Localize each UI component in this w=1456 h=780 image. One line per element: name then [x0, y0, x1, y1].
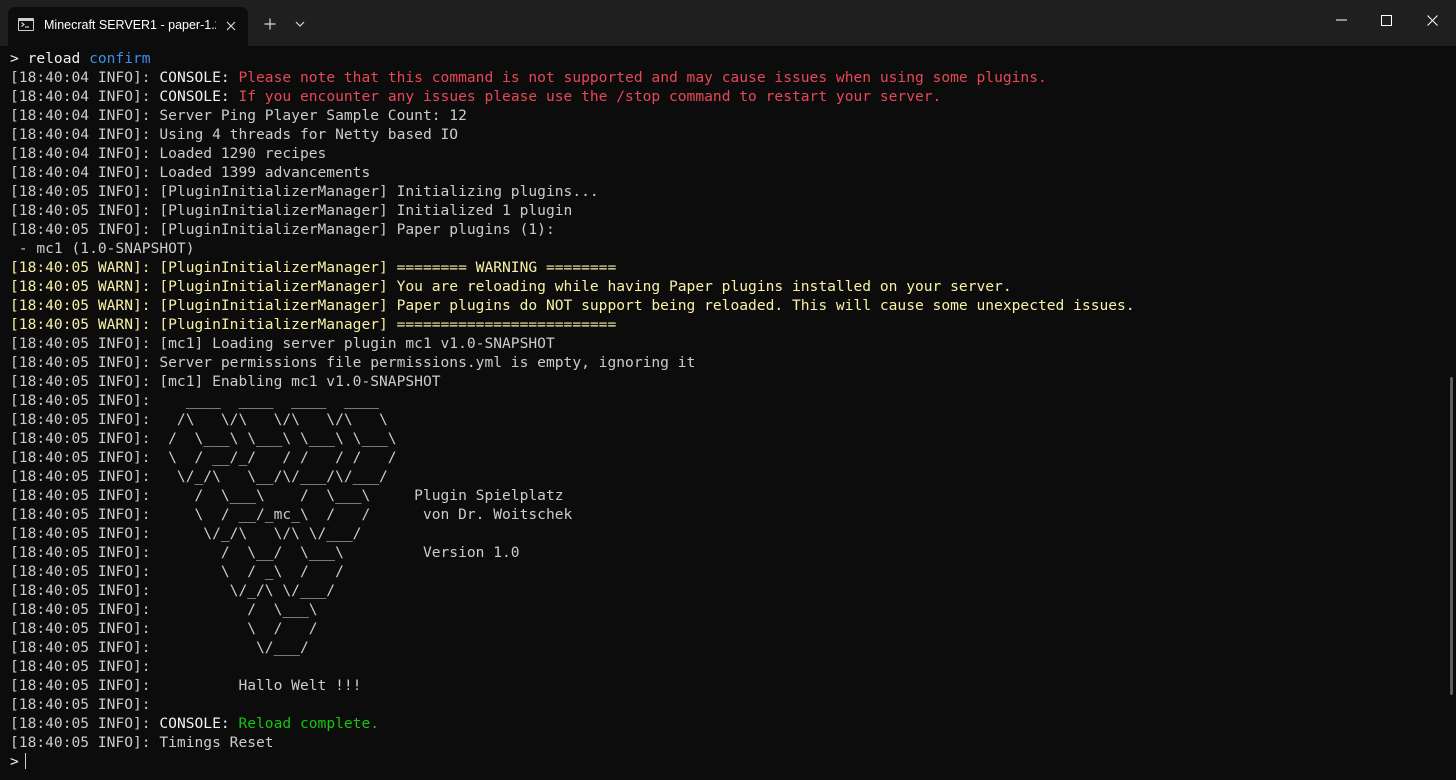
console-line: [18:40:04 INFO]: Loaded 1399 advancement… [10, 163, 1135, 182]
command-input[interactable]: > [10, 752, 1135, 771]
console-text: [18:40:05 INFO]: [mc1] Loading server pl… [10, 335, 555, 352]
console-line: [18:40:05 INFO]: \/___/ [10, 638, 1135, 657]
console-text: [18:40:05 INFO]: [10, 658, 151, 675]
console-text: [18:40:05 INFO]: [10, 715, 160, 732]
console-line: [18:40:05 INFO]: \/_/\ \__/\/___/\/___/ [10, 467, 1135, 486]
console-text: [18:40:05 INFO]: Server permissions file… [10, 354, 696, 371]
console-text: [18:40:05 INFO]: Hallo Welt !!! [10, 677, 362, 694]
console-text: [18:40:05 INFO]: [PluginInitializerManag… [10, 221, 555, 238]
console-line: [18:40:05 INFO]: CONSOLE: Reload complet… [10, 714, 1135, 733]
console-line: > reload confirm [10, 49, 1135, 68]
console-line: [18:40:05 WARN]: [PluginInitializerManag… [10, 258, 1135, 277]
console-text: [18:40:05 INFO]: / \___\ [10, 601, 318, 618]
title-bar: Minecraft SERVER1 - paper-1.21 [0, 0, 1456, 46]
close-window-icon[interactable] [1409, 0, 1455, 40]
console-line: [18:40:05 INFO]: /\ \/\ \/\ \/\ \ [10, 410, 1135, 429]
terminal-icon [18, 18, 34, 31]
prompt: > [10, 753, 19, 770]
console-line: [18:40:05 INFO]: [10, 695, 1135, 714]
console-text: [18:40:05 INFO]: [PluginInitializerManag… [10, 202, 573, 219]
console-log: > reload confirm [18:40:04 INFO]: CONSOLE… [10, 49, 1135, 771]
console-text: [18:40:05 INFO]: \/_/\ \/\ \/___/ [10, 525, 362, 542]
console-line: [18:40:05 INFO]: \ / __/_/ / / / / / [10, 448, 1135, 467]
console-line: [18:40:05 INFO]: [mc1] Loading server pl… [10, 334, 1135, 353]
console-text: Reload complete. [238, 715, 380, 732]
console-text: [18:40:05 INFO]: \/_/\ \/___/ [10, 582, 336, 599]
console-text: [18:40:05 INFO]: [10, 696, 151, 713]
console-text: > reload [10, 50, 90, 67]
console-text: [18:40:05 WARN]: [PluginInitializerManag… [10, 316, 617, 333]
console-line: [18:40:05 INFO]: [PluginInitializerManag… [10, 201, 1135, 220]
close-tab-icon[interactable] [222, 17, 240, 35]
console-line: [18:40:05 WARN]: [PluginInitializerManag… [10, 315, 1135, 334]
console-text: CONSOLE: [159, 88, 239, 105]
console-text: [18:40:05 INFO]: \ / __/_mc_\ / / von Dr… [10, 506, 573, 523]
console-line: [18:40:05 INFO]: Hallo Welt !!! [10, 676, 1135, 695]
terminal-output[interactable]: > reload confirm [18:40:04 INFO]: CONSOLE… [0, 46, 1456, 780]
console-text: [18:40:05 WARN]: [PluginInitializerManag… [10, 297, 1135, 314]
console-line: [18:40:05 INFO]: \ / __/_mc_\ / / von Dr… [10, 505, 1135, 524]
console-text: [18:40:05 INFO]: [mc1] Enabling mc1 v1.0… [10, 373, 441, 390]
new-tab-plus-icon[interactable] [258, 12, 282, 36]
tab-minecraft-server1[interactable]: Minecraft SERVER1 - paper-1.21 [8, 7, 248, 46]
console-text: [18:40:05 INFO]: \/___/ [10, 639, 309, 656]
console-line: [18:40:04 INFO]: CONSOLE: Please note th… [10, 68, 1135, 87]
console-line: [18:40:05 WARN]: [PluginInitializerManag… [10, 296, 1135, 315]
console-line: [18:40:05 INFO]: / \___\ / \___\ Plugin … [10, 486, 1135, 505]
console-text: [18:40:04 INFO]: Loaded 1399 advancement… [10, 164, 371, 181]
terminal-window: Minecraft SERVER1 - paper-1.21 > reload … [0, 0, 1456, 780]
console-text: [18:40:05 INFO]: \/_/\ \__/\/___/\/___/ [10, 468, 388, 485]
console-text: [18:40:05 INFO]: / \___\ / \___\ Plugin … [10, 487, 564, 504]
console-line: [18:40:05 INFO]: \/_/\ \/___/ [10, 581, 1135, 600]
text-cursor [24, 753, 26, 769]
console-text: [18:40:04 INFO]: Using 4 threads for Net… [10, 126, 459, 143]
console-text: [18:40:04 INFO]: Server Ping Player Samp… [10, 107, 467, 124]
console-text: [18:40:05 INFO]: [PluginInitializerManag… [10, 183, 599, 200]
console-text: confirm [89, 50, 151, 67]
console-text: [18:40:05 WARN]: [PluginInitializerManag… [10, 278, 1012, 295]
console-text: Please note that this command is not sup… [238, 69, 1047, 86]
tab-title: Minecraft SERVER1 - paper-1.21 [44, 18, 216, 32]
console-text: [18:40:05 INFO]: ____ ____ ____ ____ [10, 392, 380, 409]
console-text: [18:40:05 INFO]: Timings Reset [10, 734, 274, 751]
console-line: [18:40:05 INFO]: [mc1] Enabling mc1 v1.0… [10, 372, 1135, 391]
console-line: [18:40:05 INFO]: \/_/\ \/\ \/___/ [10, 524, 1135, 543]
console-line: [18:40:05 INFO]: [PluginInitializerManag… [10, 220, 1135, 239]
console-text: [18:40:05 WARN]: [PluginInitializerManag… [10, 259, 617, 276]
console-line: [18:40:05 INFO]: Timings Reset [10, 733, 1135, 752]
console-line: [18:40:05 WARN]: [PluginInitializerManag… [10, 277, 1135, 296]
console-line: [18:40:05 INFO]: ____ ____ ____ ____ [10, 391, 1135, 410]
minimize-icon[interactable] [1318, 0, 1364, 40]
console-line: [18:40:05 INFO]: / \__/ \___\ Version 1.… [10, 543, 1135, 562]
console-text: CONSOLE: [159, 69, 239, 86]
console-line: [18:40:05 INFO]: / \___\ \___\ \___\ \__… [10, 429, 1135, 448]
console-text: [18:40:04 INFO]: [10, 69, 160, 86]
console-line: [18:40:04 INFO]: Using 4 threads for Net… [10, 125, 1135, 144]
console-line: [18:40:05 INFO]: \ / _\ / / [10, 562, 1135, 581]
console-line: [18:40:04 INFO]: Loaded 1290 recipes [10, 144, 1135, 163]
console-text: [18:40:05 INFO]: \ / / [10, 620, 318, 637]
maximize-icon[interactable] [1363, 0, 1409, 40]
console-line: - mc1 (1.0-SNAPSHOT) [10, 239, 1135, 258]
console-text: CONSOLE: [159, 715, 239, 732]
console-line: [18:40:04 INFO]: Server Ping Player Samp… [10, 106, 1135, 125]
scrollbar[interactable] [1450, 377, 1453, 695]
console-text: [18:40:05 INFO]: \ / _\ / / [10, 563, 344, 580]
console-text: If you encounter any issues please use t… [238, 88, 942, 105]
console-text: [18:40:05 INFO]: / \__/ \___\ Version 1.… [10, 544, 520, 561]
console-text: [18:40:05 INFO]: / \___\ \___\ \___\ \__… [10, 430, 397, 447]
console-line: [18:40:05 INFO]: [10, 657, 1135, 676]
console-line: [18:40:05 INFO]: [PluginInitializerManag… [10, 182, 1135, 201]
console-line: [18:40:05 INFO]: Server permissions file… [10, 353, 1135, 372]
console-text: [18:40:04 INFO]: [10, 88, 160, 105]
console-line: [18:40:05 INFO]: / \___\ [10, 600, 1135, 619]
console-line: [18:40:05 INFO]: \ / / [10, 619, 1135, 638]
console-text: [18:40:04 INFO]: Loaded 1290 recipes [10, 145, 327, 162]
console-text: [18:40:05 INFO]: /\ \/\ \/\ \/\ \ [10, 411, 388, 428]
console-text: [18:40:05 INFO]: \ / __/_/ / / / / / [10, 449, 397, 466]
console-text: - mc1 (1.0-SNAPSHOT) [10, 240, 195, 257]
tab-dropdown-chevron-down-icon[interactable] [288, 12, 312, 36]
console-line: [18:40:04 INFO]: CONSOLE: If you encount… [10, 87, 1135, 106]
